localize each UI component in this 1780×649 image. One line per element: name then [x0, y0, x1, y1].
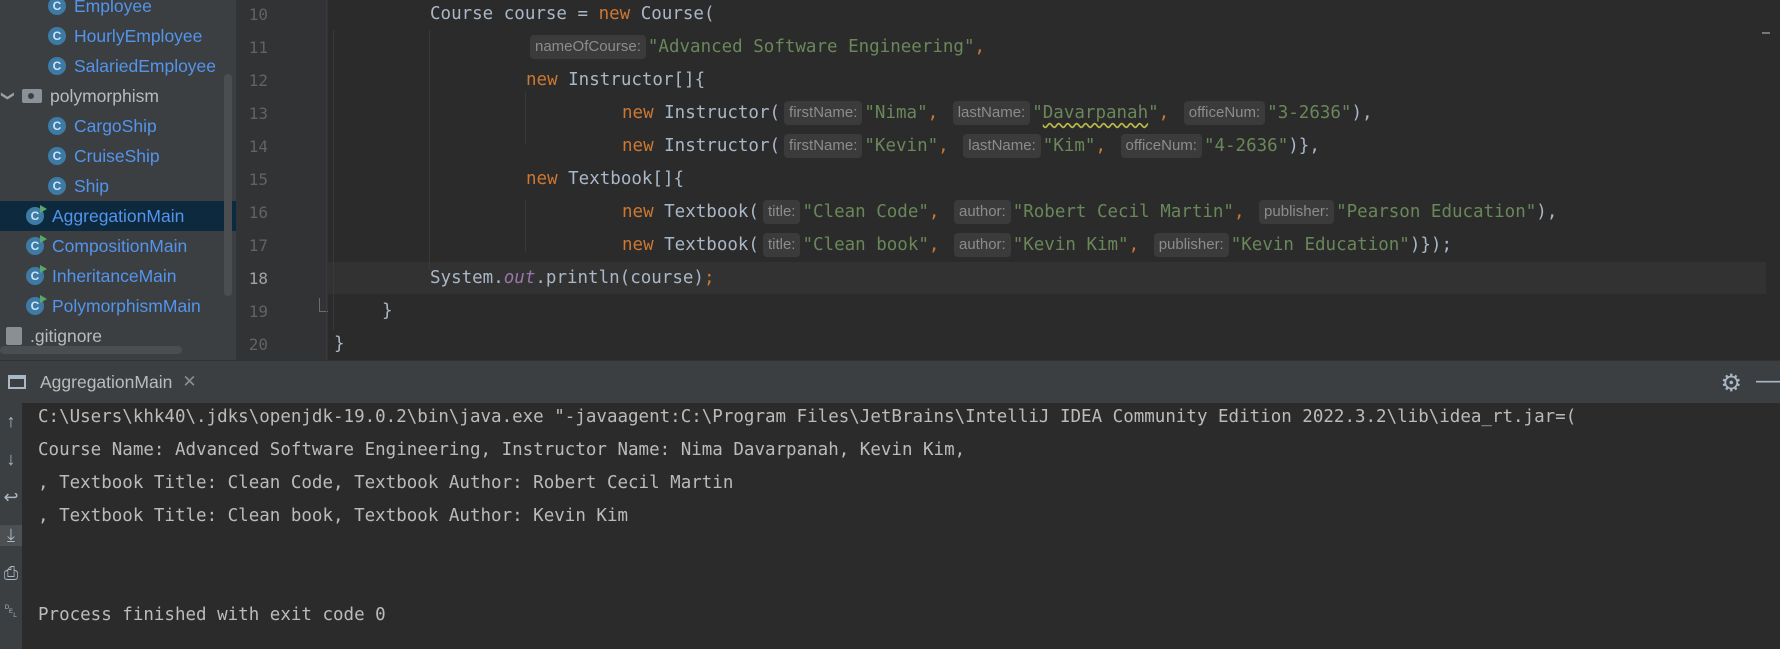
- gear-icon[interactable]: ⚙: [1720, 369, 1742, 398]
- param-hint: firstName:: [784, 134, 863, 158]
- scroll-to-end-icon[interactable]: ⤓: [0, 525, 22, 546]
- class-icon: C: [48, 177, 66, 195]
- code-line-14: new Instructor(firstName: "Kevin", lastNa…: [622, 134, 1320, 158]
- run-tab-aggregation-main[interactable]: AggregationMain ✕: [0, 361, 211, 403]
- param-hint: author:: [954, 200, 1011, 224]
- tree-item-polymorphism-main[interactable]: C PolymorphismMain: [0, 291, 236, 321]
- indent-guide: [525, 200, 526, 252]
- indent-guide: [429, 30, 430, 270]
- param-hint: title:: [762, 200, 801, 224]
- code-line-17: new Textbook(title: "Clean book", author:…: [622, 233, 1453, 257]
- file-icon: [6, 327, 22, 345]
- param-hint: title:: [762, 233, 801, 257]
- class-icon: C: [48, 0, 66, 15]
- console-icon: [8, 375, 26, 389]
- console-line: , Textbook Title: Clean book, Textbook A…: [38, 506, 629, 526]
- tree-vertical-scrollbar[interactable]: [224, 74, 232, 296]
- close-icon[interactable]: ✕: [182, 372, 196, 392]
- main-class-icon: C: [26, 235, 47, 255]
- class-icon: C: [48, 147, 66, 165]
- tree-item-salaried-employee[interactable]: C SalariedEmployee: [0, 51, 236, 81]
- main-class-icon: C: [26, 205, 47, 225]
- run-tool-window-header: AggregationMain ✕ ⚙ —: [0, 360, 1780, 404]
- code-line-19: }: [382, 301, 393, 321]
- console-line: C:\Users\khk40\.jdks\openjdk-19.0.2\bin\…: [38, 407, 1577, 427]
- gutter-divider: [326, 0, 327, 360]
- console-output[interactable]: C:\Users\khk40\.jdks\openjdk-19.0.2\bin\…: [22, 403, 1780, 649]
- class-icon: C: [48, 27, 66, 45]
- code-editor[interactable]: Course course = new Course( nameOfCourse…: [328, 0, 1780, 360]
- trash-icon[interactable]: ␡: [0, 601, 22, 622]
- param-hint: author:: [954, 233, 1011, 257]
- run-toolbar: ↑ ↓ ↩ ⤓ ⎙ ␡: [0, 403, 22, 649]
- line-number: 11: [248, 38, 268, 57]
- code-line-13: new Instructor(firstName: "Nima", lastNam…: [622, 101, 1373, 125]
- tree-item-polymorphism-package[interactable]: ❯ polymorphism: [0, 81, 226, 111]
- indent-guide: [333, 30, 334, 330]
- tree-item-composition-main[interactable]: C CompositionMain: [0, 231, 236, 261]
- tree-item-inheritance-main[interactable]: C InheritanceMain: [0, 261, 236, 291]
- code-line-15: new Textbook[]{: [526, 169, 685, 189]
- line-number: 12: [248, 71, 268, 90]
- code-line-16: new Textbook(title: "Clean Code", author:…: [622, 200, 1558, 224]
- code-line-10: Course course = new Course(: [430, 4, 715, 24]
- console-line: Course Name: Advanced Software Engineeri…: [38, 440, 966, 460]
- line-number: 20: [248, 335, 268, 354]
- line-number: 10: [248, 5, 268, 24]
- code-line-11: nameOfCourse: "Advanced Software Engineer…: [526, 31, 985, 63]
- code-line-12: new Instructor[]{: [526, 70, 706, 90]
- code-line-20: }: [334, 334, 345, 354]
- param-hint: officeNum:: [1183, 101, 1266, 125]
- tree-horizontal-scrollbar[interactable]: [0, 346, 182, 354]
- line-number: 14: [248, 137, 268, 156]
- arrow-down-icon[interactable]: ↓: [0, 449, 22, 470]
- chevron-down-icon[interactable]: ❯: [0, 88, 16, 104]
- tree-item-aggregation-main[interactable]: C AggregationMain: [0, 201, 236, 231]
- tree-item-ship[interactable]: C Ship: [0, 171, 236, 201]
- minimize-icon[interactable]: —: [1756, 367, 1780, 395]
- code-line-18: System.out.println(course);: [430, 268, 715, 288]
- line-number: 19: [248, 302, 268, 321]
- print-icon[interactable]: ⎙: [0, 563, 22, 584]
- soft-wrap-icon[interactable]: ↩: [0, 487, 22, 508]
- param-hint: firstName:: [784, 101, 863, 125]
- param-hint: lastName:: [963, 134, 1041, 158]
- arrow-up-icon[interactable]: ↑: [0, 411, 22, 432]
- run-tab-label: AggregationMain: [40, 371, 173, 392]
- param-hint: lastName:: [952, 101, 1031, 125]
- tree-item-hourly-employee[interactable]: C HourlyEmployee: [0, 21, 236, 51]
- console-line: , Textbook Title: Clean Code, Textbook A…: [38, 473, 734, 493]
- package-icon: [22, 89, 42, 103]
- tree-item-cruise-ship[interactable]: C CruiseShip: [0, 141, 236, 171]
- param-hint: publisher:: [1153, 233, 1229, 257]
- main-class-icon: C: [26, 265, 47, 285]
- param-hint: nameOfCourse:: [530, 35, 646, 59]
- tree-item-cargo-ship[interactable]: C CargoShip: [0, 111, 236, 141]
- spelling-warning: Davarpanah: [1042, 103, 1149, 123]
- project-tree: C Employee C HourlyEmployee C SalariedEm…: [0, 0, 236, 360]
- line-number: 15: [248, 170, 268, 189]
- indent-guide: [525, 92, 526, 144]
- line-number: 16: [248, 203, 268, 222]
- line-number: 17: [248, 236, 268, 255]
- line-number: 13: [248, 104, 268, 123]
- scrollbar-marker: [1762, 32, 1770, 34]
- line-number-current: 18: [248, 269, 268, 288]
- class-icon: C: [48, 57, 66, 75]
- class-icon: C: [48, 117, 66, 135]
- editor-scrollbar[interactable]: [1766, 0, 1780, 360]
- param-hint: officeNum:: [1120, 134, 1202, 158]
- tree-item-employee[interactable]: C Employee: [0, 0, 236, 21]
- console-line: Process finished with exit code 0: [38, 605, 386, 625]
- editor-gutter: 10 11 12 13 14 15 16 17 18 19 20: [236, 0, 332, 360]
- main-class-icon: C: [26, 295, 47, 315]
- param-hint: publisher:: [1259, 200, 1335, 224]
